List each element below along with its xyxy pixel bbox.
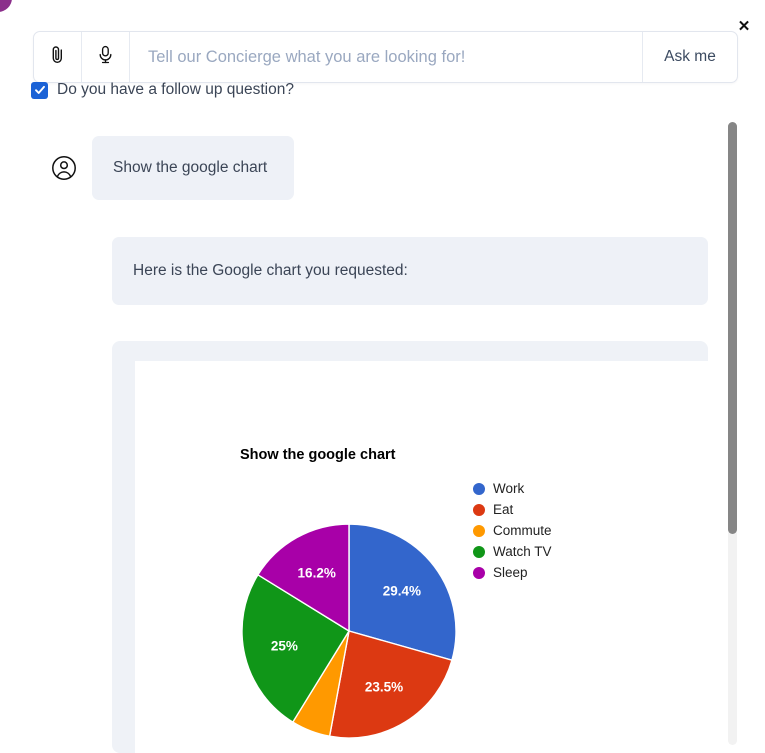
search-input[interactable]: [130, 32, 642, 82]
legend-label: Watch TV: [493, 544, 552, 559]
pie-svg: [241, 523, 457, 739]
user-message: Show the google chart: [50, 136, 294, 200]
legend-item-watch-tv[interactable]: Watch TV: [473, 541, 552, 562]
chart-legend: Work Eat Commute Watch TV Sleep: [473, 478, 552, 583]
followup-question-row: Do you have a follow up question?: [31, 81, 294, 99]
followup-checkbox-label: Do you have a follow up question?: [57, 81, 294, 98]
google-chart: Show the google chart Work Eat Commute Watc…: [135, 361, 708, 753]
pie-slice-label: 29.4%: [382, 583, 422, 599]
legend-item-commute[interactable]: Commute: [473, 520, 552, 541]
legend-label: Commute: [493, 523, 552, 538]
legend-color-swatch-icon: [473, 566, 485, 579]
concierge-composer: Ask me: [33, 31, 738, 83]
user-circle-icon: [50, 154, 78, 182]
pie-slice-label: 25%: [270, 638, 298, 654]
legend-color-swatch-icon: [473, 503, 485, 516]
legend-item-eat[interactable]: Eat: [473, 499, 552, 520]
legend-color-swatch-icon: [473, 482, 485, 495]
chart-title: Show the google chart: [240, 447, 396, 463]
chat-scrollbar-thumb[interactable]: [728, 122, 737, 534]
chat-scroll-area: Show the google chart Here is the Google…: [0, 110, 765, 753]
user-message-bubble: Show the google chart: [92, 136, 294, 200]
legend-item-sleep[interactable]: Sleep: [473, 562, 552, 583]
attach-button[interactable]: [34, 32, 82, 82]
close-icon[interactable]: ✕: [735, 18, 753, 36]
pie-slice-label: 16.2%: [297, 565, 336, 581]
legend-color-swatch-icon: [473, 545, 485, 558]
pie-chart: 29.4% 23.5% 25% 16.2%: [241, 523, 457, 739]
followup-checkbox[interactable]: [31, 81, 48, 99]
legend-label: Eat: [493, 502, 514, 517]
pie-slice-label: 23.5%: [364, 679, 404, 695]
voice-input-button[interactable]: [82, 32, 130, 82]
corner-decoration: [0, 0, 12, 12]
chart-card: Show the google chart Work Eat Commute Watc…: [112, 341, 708, 753]
assistant-message-bubble: Here is the Google chart you requested:: [112, 237, 708, 305]
chat-scrollbar-track[interactable]: [728, 122, 737, 745]
legend-item-work[interactable]: Work: [473, 478, 552, 499]
legend-color-swatch-icon: [473, 524, 485, 537]
paperclip-icon: [49, 45, 66, 69]
ask-me-button[interactable]: Ask me: [642, 32, 737, 82]
legend-label: Sleep: [493, 565, 528, 580]
legend-label: Work: [493, 481, 525, 496]
microphone-icon: [97, 45, 114, 69]
checkmark-icon: [34, 85, 45, 94]
